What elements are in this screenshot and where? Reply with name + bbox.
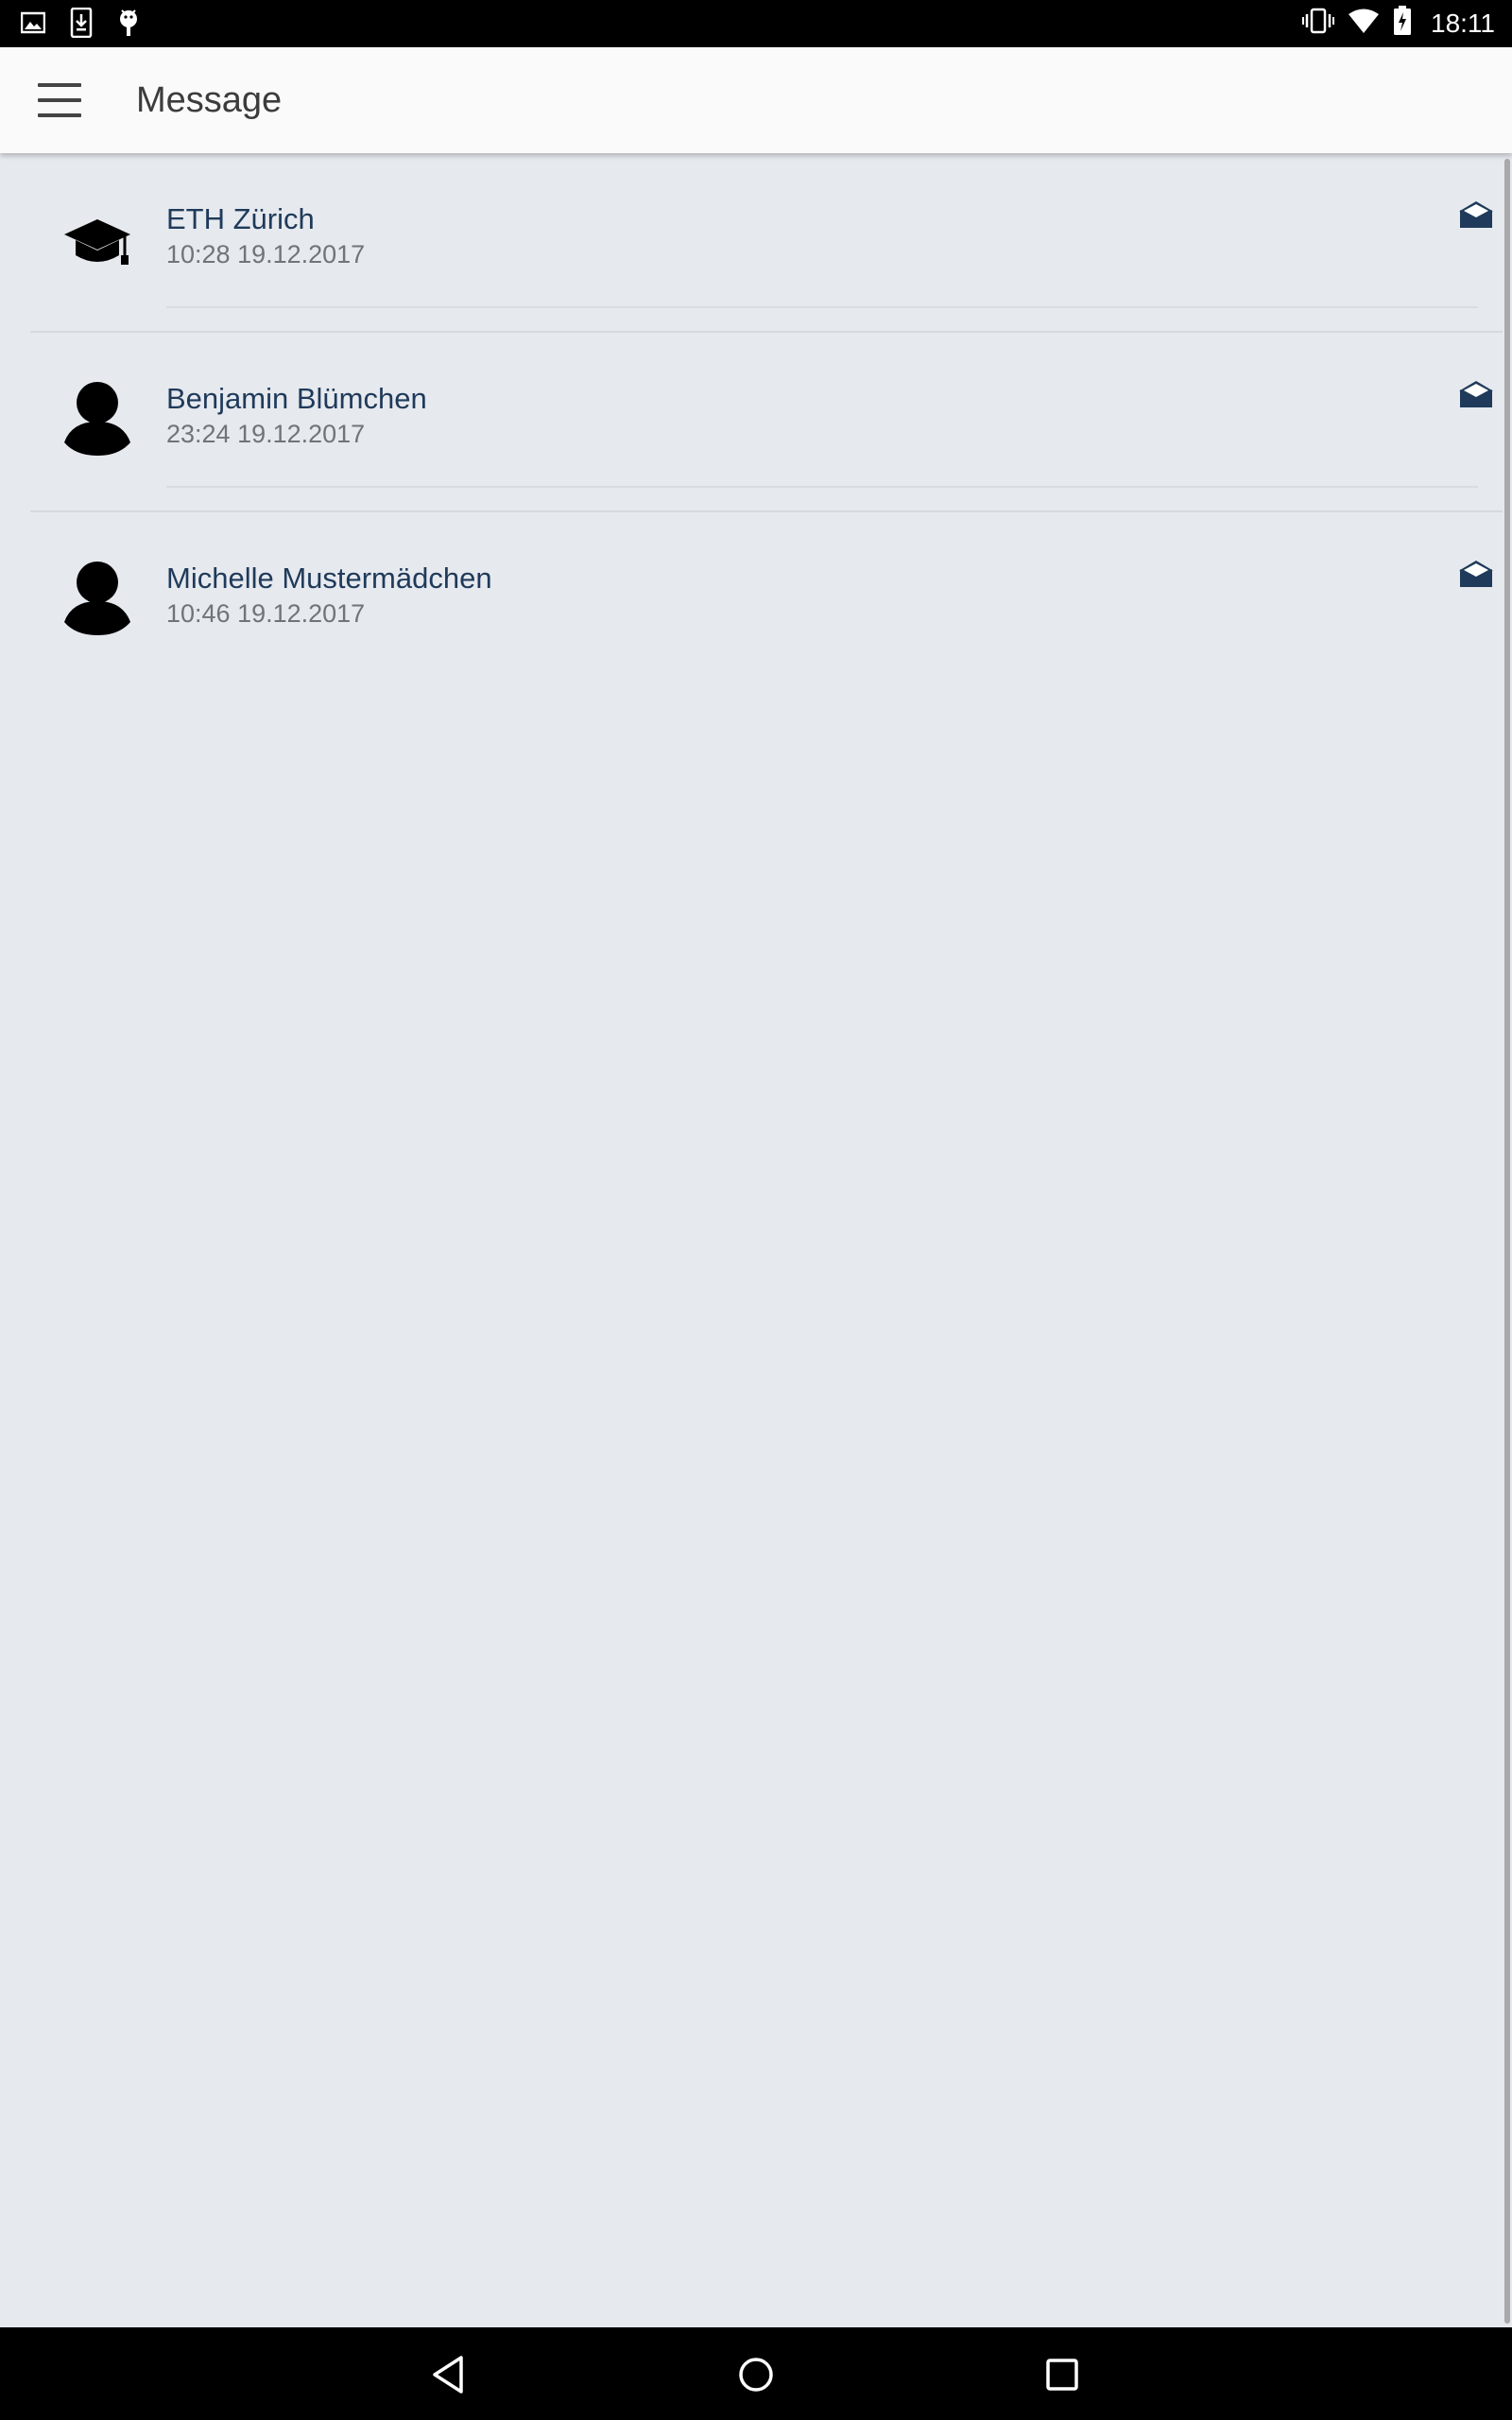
image-icon: [20, 10, 46, 40]
status-left-icons: [20, 7, 140, 43]
person-icon: [62, 380, 132, 456]
hamburger-menu-icon[interactable]: [38, 83, 81, 117]
battery-charging-icon: [1393, 6, 1412, 41]
download-icon: [70, 7, 93, 43]
status-right-icons: 18:11: [1302, 6, 1495, 41]
home-circle-icon[interactable]: [735, 2354, 777, 2395]
person-icon: [62, 560, 132, 635]
item-divider: [166, 306, 1478, 308]
system-nav-bar: [0, 2327, 1512, 2420]
message-time: 10:28 19.12.2017: [166, 240, 366, 268]
wifi-icon: [1348, 8, 1380, 39]
message-time: 10:46 19.12.2017: [166, 599, 366, 628]
graduation-cap-icon: [62, 200, 132, 276]
vibrate-icon: [1302, 7, 1334, 40]
page-title: Message: [136, 80, 283, 120]
app-bar: Message: [0, 47, 1512, 153]
sender-name: ETH Zürich: [166, 202, 315, 235]
status-bar: 18:11: [0, 0, 1512, 47]
message-item[interactable]: Benjamin Blümchen 23:24 19.12.2017: [0, 333, 1503, 512]
sender-name: Benjamin Blümchen: [166, 382, 427, 415]
message-item[interactable]: Michelle Mustermädchen 10:46 19.12.2017: [0, 512, 1503, 692]
message-item[interactable]: ETH Zürich 10:28 19.12.2017: [0, 153, 1503, 333]
message-time: 23:24 19.12.2017: [166, 420, 366, 448]
recents-square-icon[interactable]: [1041, 2354, 1083, 2395]
open-envelope-icon: [1459, 380, 1493, 408]
back-triangle-icon[interactable]: [429, 2354, 471, 2395]
item-divider: [166, 486, 1478, 488]
sender-name: Michelle Mustermädchen: [166, 562, 492, 595]
open-envelope-icon: [1459, 200, 1493, 229]
scrollbar[interactable]: [1504, 159, 1510, 2324]
status-time: 18:11: [1431, 8, 1495, 38]
open-envelope-icon: [1459, 560, 1493, 588]
android-icon: [117, 9, 140, 42]
message-list: ETH Zürich 10:28 19.12.2017 Benjamin Blü…: [0, 153, 1512, 2327]
